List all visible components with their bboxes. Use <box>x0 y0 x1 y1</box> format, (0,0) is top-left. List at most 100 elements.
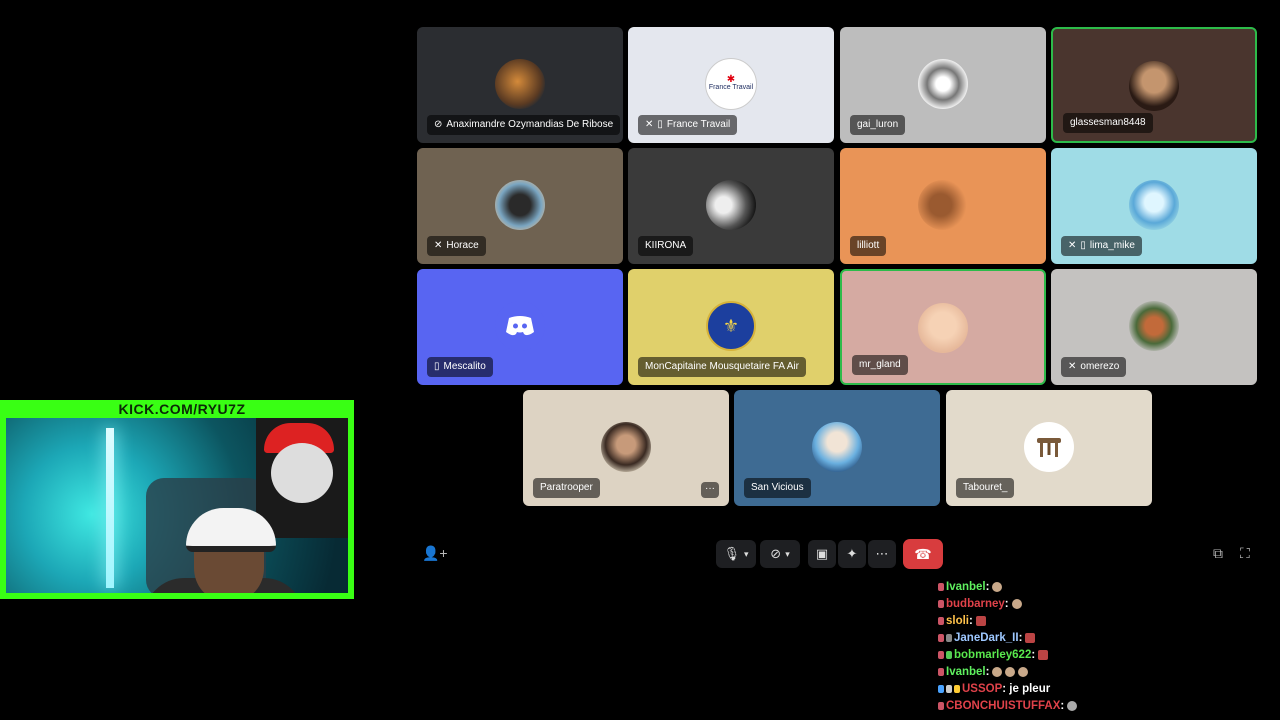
avatar <box>495 180 545 230</box>
disconnect-button[interactable]: ☎ <box>903 539 943 569</box>
participant-tile[interactable]: ▯ Mescalito <box>417 269 623 385</box>
chat-badge <box>938 599 944 608</box>
stream-banner: KICK.COM/RYU7Z <box>109 400 255 418</box>
more-dots-icon: ⋯ <box>875 546 889 561</box>
participant-name-tag: ⊘ Anaximandre Ozymandias De Ribose <box>427 115 621 135</box>
muted-mic-icon: ✕ <box>645 119 654 130</box>
participant-tile[interactable]: ⚜ MonCapitaine Mousquetaire FA Air <box>628 269 834 385</box>
participant-name-tag: gai_luron <box>850 115 906 135</box>
avatar: ✱ France Travail <box>705 58 757 110</box>
emote-icon <box>975 615 986 626</box>
screen-share-button[interactable]: ▣ <box>808 540 836 568</box>
microphone-icon: 🎙 <box>723 546 740 561</box>
chevron-down-icon: ▾ <box>785 548 790 559</box>
emote-icon <box>1011 598 1022 609</box>
mobile-icon: ▯ <box>657 119 663 130</box>
chat-message: Ivanbel: <box>938 578 1268 595</box>
participant-name-tag: MonCapitaine Mousquetaire FA Air <box>638 357 806 377</box>
chat-message: sloli: <box>938 612 1268 629</box>
chat-username[interactable]: JaneDark_II <box>954 632 1019 644</box>
participant-tile[interactable]: Tabouret_ <box>946 390 1152 506</box>
avatar <box>601 422 651 472</box>
participant-tile[interactable]: mr_gland <box>840 269 1046 385</box>
participant-name-tag: glassesman8448 <box>1063 113 1153 133</box>
chat-badge <box>938 633 944 642</box>
participant-tile[interactable]: ✕ omerezo <box>1051 269 1257 385</box>
chat-badge <box>938 582 944 591</box>
chat-message: Ivanbel: <box>938 663 1268 680</box>
phone-hangup-icon: ☎ <box>914 546 932 562</box>
muted-mic-icon: ✕ <box>1068 240 1077 251</box>
invite-people-icon[interactable]: 👤+ <box>422 545 448 562</box>
avatar <box>1129 61 1179 111</box>
chat-badge <box>938 667 944 676</box>
avatar <box>1129 180 1179 230</box>
skull-decoration <box>271 443 333 503</box>
chat-username[interactable]: budbarney <box>946 598 1005 610</box>
participant-tile[interactable]: ⊘ Anaximandre Ozymandias De Ribose <box>417 27 623 143</box>
mobile-icon: ▯ <box>1080 240 1086 251</box>
avatar <box>918 180 968 230</box>
avatar <box>918 303 968 353</box>
avatar <box>918 59 968 109</box>
muted-mic-icon: ✕ <box>1068 361 1077 372</box>
webcam-feed <box>6 418 348 593</box>
camera-off-icon: ⊘ <box>434 119 443 130</box>
popout-icon[interactable]: ⧉ <box>1213 545 1223 562</box>
participant-tile[interactable]: ✕ ▯ lima_mike <box>1051 148 1257 264</box>
chat-username[interactable]: Ivanbel <box>946 581 986 593</box>
fleur-de-lis-icon: ⚜ <box>706 301 756 351</box>
emote-icon <box>1018 666 1029 677</box>
cap <box>186 508 276 552</box>
emote-icon <box>992 581 1003 592</box>
camera-off-icon: ⊘ <box>770 546 782 561</box>
chat-username[interactable]: sloli <box>946 615 969 627</box>
chat-username[interactable]: CBONCHUISTUFFAX <box>946 700 1060 712</box>
chat-username[interactable]: USSOP <box>962 683 1002 695</box>
chat-badge <box>954 684 960 693</box>
participant-tile[interactable]: San Vicious <box>734 390 940 506</box>
emote-icon <box>992 666 1003 677</box>
stool-icon <box>1024 422 1074 472</box>
participant-tile[interactable]: ✕ Horace <box>417 148 623 264</box>
chat-message: JaneDark_II: <box>938 629 1268 646</box>
participant-name-tag: Paratrooper <box>533 478 600 498</box>
streamer <box>124 498 304 593</box>
participant-tile[interactable]: ✱ France Travail ✕ ▯ France Travail <box>628 27 834 143</box>
emote-icon <box>1038 649 1049 660</box>
participant-name-tag: mr_gland <box>852 355 908 375</box>
participant-name-tag: KIIRONA <box>638 236 694 256</box>
france-travail-logo: ✱ <box>726 74 736 85</box>
more-options-button[interactable]: ··· <box>701 482 719 498</box>
chat-text: je pleur <box>1009 682 1051 695</box>
activities-button[interactable]: ✦ <box>838 540 866 568</box>
participant-name-tag: lilliott <box>850 236 887 256</box>
mobile-icon: ▯ <box>434 361 440 372</box>
chat-message: USSOP: je pleur <box>938 680 1268 697</box>
participant-tile[interactable]: glassesman8448 <box>1051 27 1257 143</box>
chat-message: bobmarley622: <box>938 646 1268 663</box>
avatar <box>495 59 545 109</box>
microphone-toggle[interactable]: 🎙 ▾ <box>716 540 756 568</box>
avatar <box>706 180 756 230</box>
activities-icon: ✦ <box>846 546 858 561</box>
muted-mic-icon: ✕ <box>434 240 443 251</box>
participant-tile[interactable]: Paratrooper ··· <box>523 390 729 506</box>
camera-toggle[interactable]: ⊘ ▾ <box>760 540 800 568</box>
participant-name-tag: ✕ ▯ lima_mike <box>1061 236 1142 256</box>
chat-username[interactable]: Ivanbel <box>946 666 986 678</box>
participant-tile[interactable]: KIIRONA <box>628 148 834 264</box>
chat-username[interactable]: bobmarley622 <box>954 649 1031 661</box>
avatar <box>1129 301 1179 351</box>
emote-icon <box>1025 632 1036 643</box>
discord-logo-icon <box>495 301 545 351</box>
chat-message: CBONCHUISTUFFAX: <box>938 697 1268 714</box>
more-actions-button[interactable]: ⋯ <box>868 540 896 568</box>
participant-tile[interactable]: gai_luron <box>840 27 1046 143</box>
chat-message: budbarney: <box>938 595 1268 612</box>
participant-name-tag: ✕ omerezo <box>1061 357 1127 377</box>
fullscreen-icon[interactable]: ⛶ <box>1240 545 1250 562</box>
participant-name-tag: ✕ ▯ France Travail <box>638 115 738 135</box>
chat-badge <box>946 650 952 659</box>
participant-tile[interactable]: lilliott <box>840 148 1046 264</box>
